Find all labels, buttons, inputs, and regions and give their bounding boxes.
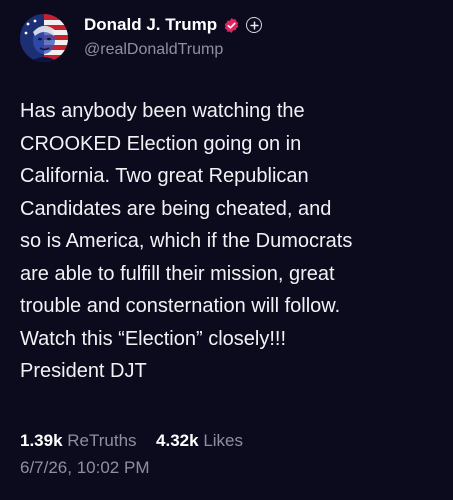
likes-count[interactable]: 4.32k: [156, 431, 199, 450]
post-timestamp: 6/7/26, 10:02 PM: [20, 458, 150, 477]
post-card: Donald J. Trump @realDonaldTrump Has any…: [0, 0, 453, 500]
author-handle[interactable]: @realDonaldTrump: [84, 41, 223, 59]
verified-badge-icon: [223, 17, 240, 34]
retruths-count[interactable]: 1.39k: [20, 431, 63, 450]
author-display-name[interactable]: Donald J. Trump: [84, 15, 217, 35]
engagement-stats: 1.39k ReTruths 4.32k Likes: [20, 431, 243, 451]
avatar-portrait-icon: [20, 14, 68, 62]
retruths-label[interactable]: ReTruths: [67, 431, 136, 450]
author-name-row: Donald J. Trump: [84, 14, 263, 36]
avatar[interactable]: [20, 14, 68, 62]
post-body-text: Has anybody been watching the CROOKED El…: [20, 100, 353, 382]
plus-icon: [250, 20, 259, 30]
follow-button[interactable]: [246, 17, 263, 33]
likes-label[interactable]: Likes: [203, 431, 243, 450]
